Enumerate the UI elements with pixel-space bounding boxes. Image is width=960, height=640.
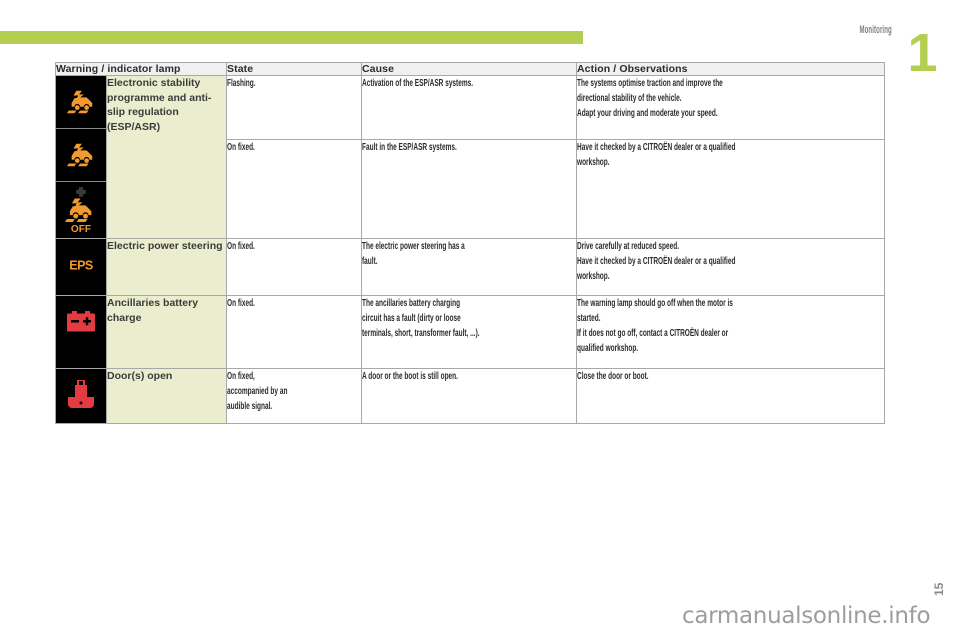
- chapter-number: 1: [907, 23, 937, 83]
- esp-skid-car-icon: [56, 76, 106, 129]
- table-row: OFF Electronic stability programme and a…: [55, 74, 885, 239]
- state-cell: Flashing.: [226, 74, 362, 141]
- action-cell: The warning lamp should go off when the …: [576, 295, 885, 369]
- lamp-label-ancillaries-battery-charge: Ancillaries battery charge: [106, 295, 227, 369]
- state-cell: On fixed.: [226, 139, 362, 239]
- cause-text: Fault in the ESP/ASR systems.: [362, 141, 457, 154]
- table-row: Ancillaries battery charge On fixed. The…: [55, 295, 885, 369]
- svg-text:OFF: OFF: [71, 224, 91, 234]
- lamp-icon-cell-electric-power-steering: EPS: [55, 238, 107, 296]
- door-open-icon: [56, 369, 106, 421]
- action-text: Close the door or boot.: [577, 370, 649, 382]
- state-text: On fixed.: [227, 141, 255, 154]
- warning-lamp-table: Warning / indicator lamp State Cause Act…: [55, 62, 885, 424]
- svg-text:EPS: EPS: [69, 259, 93, 273]
- cause-cell: Fault in the ESP/ASR systems.: [361, 139, 577, 239]
- chapter-title: Monitoring: [859, 24, 892, 36]
- battery-icon: [56, 296, 106, 348]
- lamp-label-esp-asr: Electronic stability programme and anti-…: [106, 75, 227, 239]
- page-number: 15: [932, 582, 946, 596]
- cause-text: The ancillaries battery charging circuit …: [362, 297, 480, 339]
- esp-off-icon: OFF: [56, 182, 106, 238]
- state-text: On fixed.: [227, 297, 255, 309]
- cause-text: Activation of the ESP/ASR systems.: [362, 77, 474, 89]
- site-watermark: carmanualsonline.info: [682, 603, 931, 629]
- cause-cell: A door or the boot is still open.: [361, 368, 577, 424]
- column-header-action: Action / Observations: [576, 62, 885, 76]
- lamp-label-doors-open: Door(s) open: [106, 368, 227, 424]
- action-cell: Have it checked by a CITROËN dealer or a…: [576, 139, 885, 239]
- column-header-state: State: [226, 62, 362, 76]
- state-text: Flashing.: [227, 77, 256, 89]
- lamp-icon-cell-doors-open: [55, 368, 107, 424]
- column-header-cause: Cause: [361, 62, 577, 76]
- state-text: On fixed.: [227, 240, 255, 252]
- action-text: The warning lamp should go off when the …: [577, 297, 733, 354]
- cause-text: The electric power steering has a fault.: [362, 240, 465, 267]
- action-text: The systems optimise traction and improv…: [577, 77, 723, 119]
- action-cell: Drive carefully at reduced speed. Have it…: [576, 238, 885, 296]
- lamp-icon-cell-esp-asr: OFF: [55, 75, 107, 239]
- lamp-icon-cell-ancillaries-battery-charge: [55, 295, 107, 369]
- table-header-row: Warning / indicator lamp State Cause Act…: [55, 62, 885, 76]
- cause-text: A door or the boot is still open.: [362, 370, 458, 382]
- action-cell: Close the door or boot.: [576, 368, 885, 424]
- state-text: On fixed, accompanied by an audible signal…: [227, 370, 288, 412]
- cause-cell: Activation of the ESP/ASR systems.: [361, 74, 577, 141]
- column-header-lamp: Warning / indicator lamp: [55, 62, 227, 76]
- cause-cell: The electric power steering has a fault.: [361, 238, 577, 296]
- table-row: Door(s) open On fixed, accompanied by an a…: [55, 368, 885, 424]
- state-cell: On fixed, accompanied by an audible signal…: [226, 368, 362, 424]
- action-cell: The systems optimise traction and improv…: [576, 74, 885, 141]
- eps-icon: EPS: [56, 239, 106, 291]
- esp-skid-car-icon: [56, 129, 106, 182]
- table-row: EPS Electric power steering On fixed. Th…: [55, 238, 885, 296]
- chapter-accent-bar: [0, 31, 583, 44]
- state-cell: On fixed.: [226, 295, 362, 369]
- state-cell: On fixed.: [226, 238, 362, 296]
- lamp-label-electric-power-steering: Electric power steering: [106, 238, 227, 296]
- action-text: Drive carefully at reduced speed. Have it…: [577, 240, 736, 282]
- cause-cell: The ancillaries battery charging circuit …: [361, 295, 577, 369]
- action-text: Have it checked by a CITROËN dealer or a…: [577, 141, 736, 169]
